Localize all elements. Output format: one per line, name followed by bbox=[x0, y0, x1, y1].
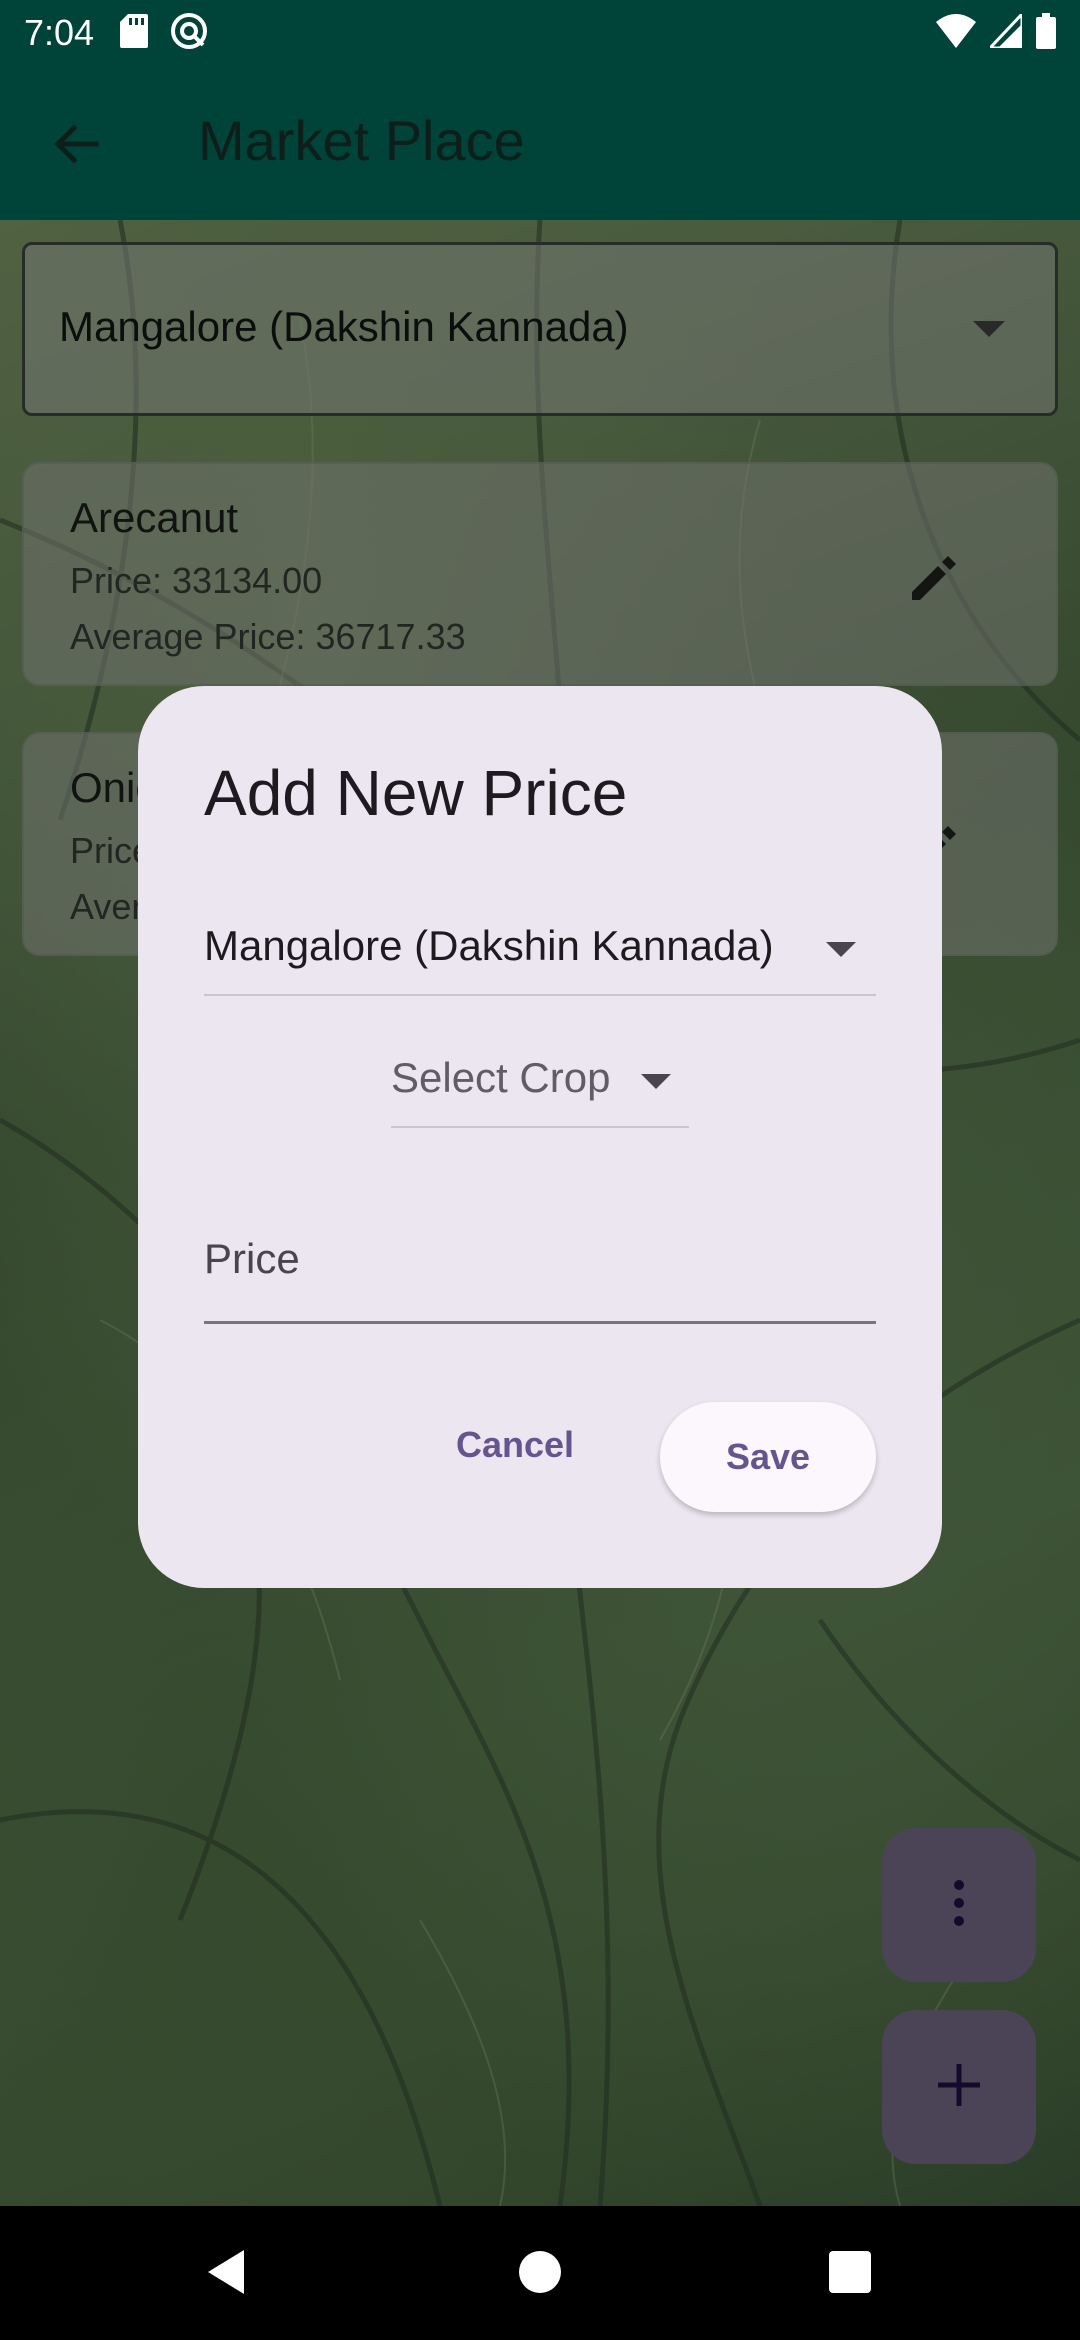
status-icons-right bbox=[936, 9, 1056, 54]
price-input[interactable] bbox=[204, 1186, 876, 1321]
status-time: 7:04 bbox=[24, 12, 95, 53]
save-button[interactable]: Save bbox=[660, 1402, 876, 1512]
add-price-dialog: Add New Price Mangalore (Dakshin Kannada… bbox=[138, 686, 942, 1588]
square-recents-icon bbox=[828, 2250, 872, 2299]
circle-home-icon bbox=[518, 2250, 562, 2299]
nav-recents-button[interactable] bbox=[820, 2244, 880, 2304]
cancel-button[interactable]: Cancel bbox=[456, 1424, 574, 1466]
signal-icon bbox=[986, 9, 1024, 53]
dialog-location-value: Mangalore (Dakshin Kannada) bbox=[204, 922, 774, 969]
app-bar: Market Place bbox=[0, 66, 1080, 220]
dialog-location-dropdown[interactable]: Mangalore (Dakshin Kannada) bbox=[204, 906, 876, 996]
battery-icon bbox=[1036, 12, 1056, 54]
status-bar: 7:04 bbox=[0, 0, 1080, 66]
dialog-title: Add New Price bbox=[204, 757, 628, 829]
select-crop-dropdown[interactable]: Select Crop bbox=[391, 1038, 689, 1128]
triangle-back-icon bbox=[204, 2248, 248, 2301]
select-crop-placeholder: Select Crop bbox=[391, 1054, 611, 1101]
wifi-icon bbox=[936, 13, 976, 53]
back-button[interactable] bbox=[46, 116, 106, 176]
status-icons-left bbox=[120, 12, 208, 55]
dialog-actions: Cancel Save bbox=[138, 1402, 942, 1512]
nav-home-button[interactable] bbox=[510, 2244, 570, 2304]
vpn-icon bbox=[170, 12, 208, 55]
nav-back-button[interactable] bbox=[196, 2244, 256, 2304]
caret-down-icon bbox=[641, 1074, 671, 1089]
caret-down-icon bbox=[826, 942, 856, 957]
price-field bbox=[204, 1186, 876, 1324]
page-title: Market Place bbox=[198, 109, 525, 172]
system-nav-bar bbox=[0, 2206, 1080, 2340]
screen: 7:04 Market Place Mangalore (Dakshin Kan… bbox=[0, 0, 1080, 2340]
sd-card-icon bbox=[120, 13, 149, 53]
arrow-left-icon bbox=[52, 120, 100, 173]
